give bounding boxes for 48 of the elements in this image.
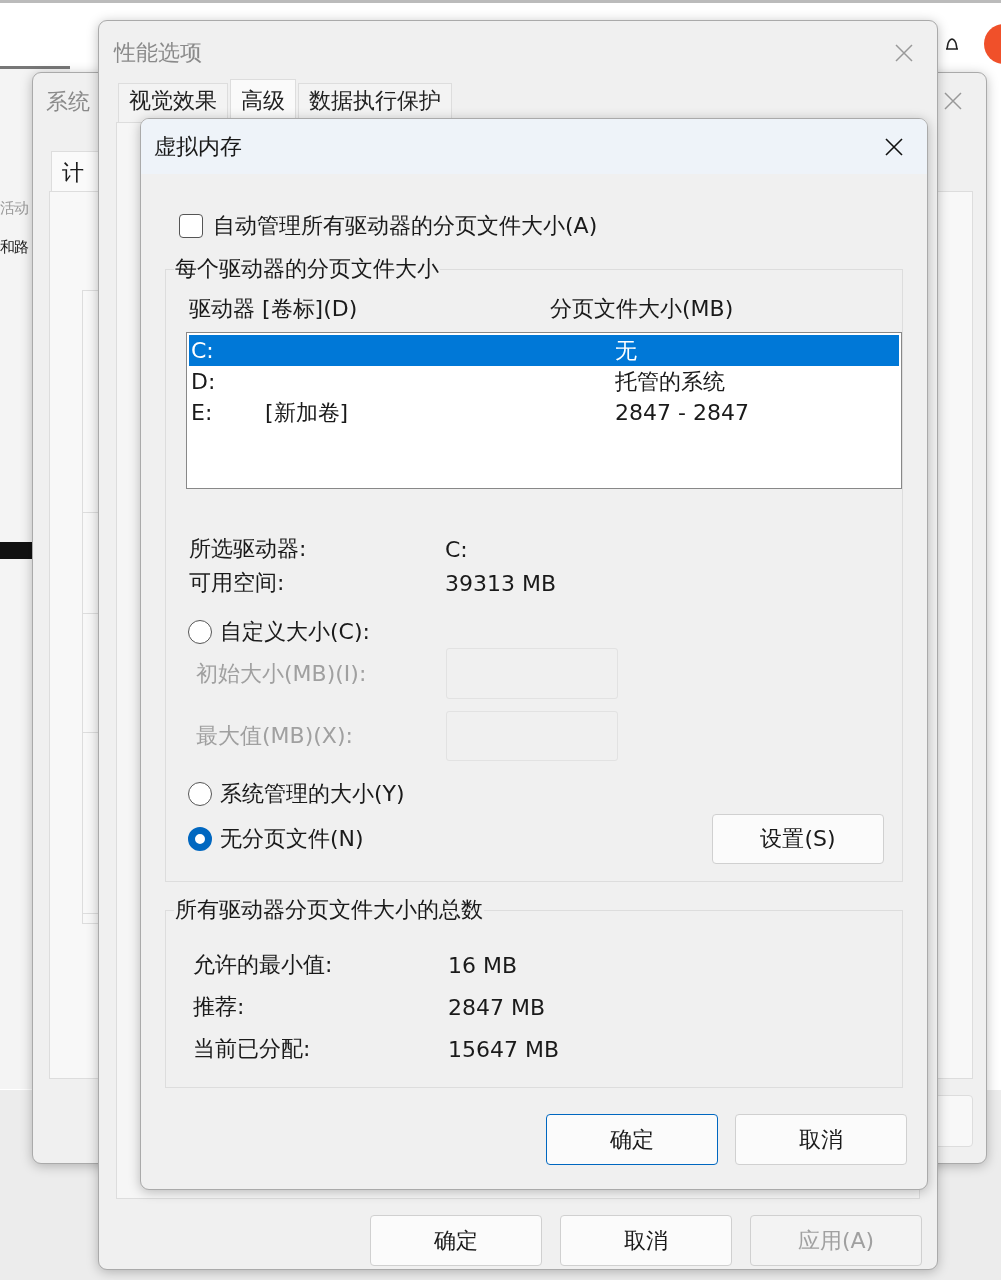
dialog-button[interactable]: 确定 — [370, 1215, 542, 1266]
dialog-button[interactable]: 取消 — [560, 1215, 732, 1266]
group-title: 所有驱动器分页文件大小的总数 — [174, 896, 484, 924]
total-value: 2847 MB — [448, 994, 546, 1020]
page-file-size: 无 — [615, 336, 637, 365]
field-label: 最大值(MB)(X): — [196, 722, 354, 750]
list-row[interactable]: C: 无 — [189, 335, 899, 366]
column-header: 分页文件大小(MB) — [550, 295, 734, 323]
panel-text: 和路 — [0, 238, 29, 257]
window-title: 系统 — [46, 88, 90, 116]
info-label: 所选驱动器: — [189, 535, 308, 563]
total-label: 推荐: — [193, 993, 246, 1021]
tab[interactable]: 计 — [51, 151, 99, 193]
radio-button[interactable] — [188, 782, 212, 806]
field-label: 初始大小(MB)(I): — [196, 659, 368, 688]
dialog-button[interactable]: 取消 — [735, 1114, 907, 1165]
window-title: 性能选项 — [114, 39, 202, 67]
dialog-button[interactable]: 确定 — [546, 1114, 718, 1165]
page-file-size: 托管的系统 — [615, 367, 725, 396]
page-file-size: 2847 - 2847 — [615, 400, 749, 425]
drive-letter: E: — [191, 400, 214, 425]
group-title: 每个驱动器的分页文件大小 — [174, 255, 440, 283]
info-value: 39313 MB — [445, 570, 557, 596]
radio-button[interactable] — [188, 619, 212, 644]
list-row[interactable]: D: 托管的系统 — [189, 366, 899, 397]
info-value: C: — [445, 536, 468, 562]
total-value: 16 MB — [448, 952, 518, 978]
close-icon[interactable] — [884, 136, 904, 157]
radio-label[interactable]: 自定义大小(C): — [220, 616, 370, 647]
tab[interactable]: 视觉效果 — [118, 83, 228, 122]
radio-label[interactable]: 无分页文件(N) — [220, 824, 364, 854]
checkbox[interactable] — [179, 214, 203, 238]
window-title: 虚拟内存 — [154, 132, 242, 161]
list-row[interactable]: E: [新加卷] 2847 - 2847 — [189, 397, 899, 428]
radio-label[interactable]: 系统管理的大小(Y) — [220, 779, 405, 809]
panel-text: 活动 — [0, 199, 29, 218]
column-header: 驱动器 [卷标](D) — [189, 295, 359, 323]
radio-button[interactable] — [188, 827, 212, 851]
total-value: 15647 MB — [448, 1036, 560, 1062]
set-button[interactable]: 设置(S) — [712, 814, 884, 864]
info-label: 可用空间: — [189, 569, 286, 597]
dark-strip — [0, 542, 32, 559]
drive-letter: C: — [191, 338, 215, 363]
total-label: 允许的最小值: — [193, 951, 334, 979]
drive-letter: D: — [191, 369, 217, 394]
checkbox-label[interactable]: 自动管理所有驱动器的分页文件大小(A) — [213, 211, 598, 241]
volume-label: [新加卷] — [265, 399, 349, 425]
total-label: 当前已分配: — [193, 1035, 312, 1063]
